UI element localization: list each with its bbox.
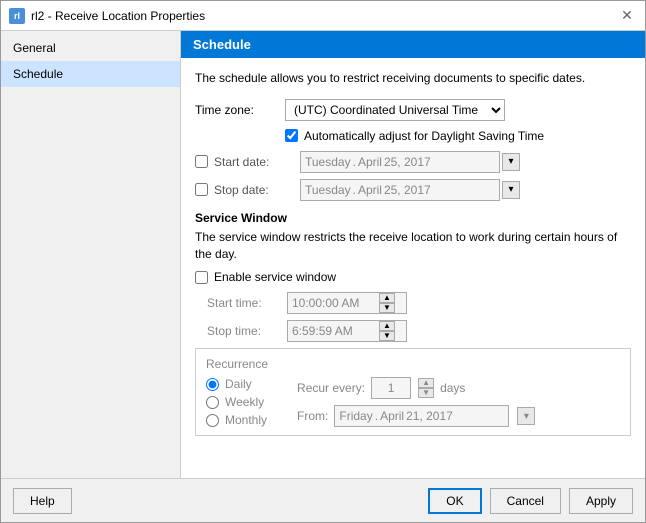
enable-service-window-row: Enable service window bbox=[195, 270, 631, 284]
start-time-spin-down[interactable]: ▼ bbox=[379, 303, 395, 313]
start-date-day: Tuesday bbox=[305, 155, 351, 169]
panel-header: Schedule bbox=[181, 31, 645, 58]
start-date-label-area: Start date: bbox=[195, 155, 300, 169]
from-row: From: Friday . April 21, 2017 ▾ bbox=[297, 405, 535, 427]
recurrence-monthly-row: Monthly bbox=[206, 413, 267, 427]
panel-body: The schedule allows you to restrict rece… bbox=[181, 58, 645, 478]
recur-every-row: Recur every: ▲ ▼ days bbox=[297, 377, 535, 399]
recur-every-spin-down[interactable]: ▼ bbox=[418, 388, 434, 398]
stop-time-input[interactable] bbox=[288, 324, 378, 338]
recurrence-monthly-label: Monthly bbox=[225, 413, 267, 427]
stop-time-field: ▲ ▼ bbox=[287, 320, 407, 342]
bottom-right-buttons: OK Cancel Apply bbox=[428, 488, 633, 514]
stop-date-value: 25, 2017 bbox=[384, 183, 431, 197]
recurrence-weekly-label: Weekly bbox=[225, 395, 264, 409]
timezone-row: Time zone: (UTC) Coordinated Universal T… bbox=[195, 99, 631, 121]
stop-date-month: April bbox=[358, 183, 382, 197]
from-date-day: Friday bbox=[339, 409, 372, 423]
recurrence-layout: Daily Weekly Monthly bbox=[206, 377, 620, 427]
timezone-dropdown[interactable]: (UTC) Coordinated Universal Time bbox=[285, 99, 505, 121]
service-window-title: Service Window bbox=[195, 211, 631, 225]
start-time-field: ▲ ▼ bbox=[287, 292, 407, 314]
dst-row: Automatically adjust for Daylight Saving… bbox=[285, 129, 631, 143]
window-title: rl2 - Receive Location Properties bbox=[31, 9, 205, 23]
recurrence-options: Daily Weekly Monthly bbox=[206, 377, 267, 427]
from-date-month: April bbox=[380, 409, 404, 423]
recurrence-group: Recurrence Daily Weekly bbox=[195, 348, 631, 436]
apply-button[interactable]: Apply bbox=[569, 488, 633, 514]
cancel-button[interactable]: Cancel bbox=[490, 488, 561, 514]
stop-date-label-area: Stop date: bbox=[195, 183, 300, 197]
recurrence-weekly-row: Weekly bbox=[206, 395, 267, 409]
ok-button[interactable]: OK bbox=[428, 488, 481, 514]
stop-date-row: Stop date: Tuesday . April 25, 2017 ▾ bbox=[195, 179, 631, 201]
start-time-label: Start time: bbox=[207, 296, 287, 310]
recur-every-unit: days bbox=[440, 381, 465, 395]
start-date-field: Tuesday . April 25, 2017 bbox=[300, 151, 500, 173]
recur-every-spinner: ▲ ▼ bbox=[418, 378, 434, 398]
start-date-month: April bbox=[358, 155, 382, 169]
stop-time-spin-up[interactable]: ▲ bbox=[379, 321, 395, 331]
stop-date-calendar-button[interactable]: ▾ bbox=[502, 181, 520, 199]
sidebar-item-general[interactable]: General bbox=[1, 35, 180, 61]
stop-date-checkbox[interactable] bbox=[195, 183, 208, 196]
stop-time-row: Stop time: ▲ ▼ bbox=[207, 320, 631, 342]
stop-time-spin-down[interactable]: ▼ bbox=[379, 331, 395, 341]
start-date-row: Start date: Tuesday . April 25, 2017 ▾ bbox=[195, 151, 631, 173]
recurrence-right-panel: Recur every: ▲ ▼ days From: bbox=[297, 377, 535, 427]
stop-time-spinner: ▲ ▼ bbox=[379, 321, 395, 341]
recurrence-monthly-radio[interactable] bbox=[206, 414, 219, 427]
stop-date-field: Tuesday . April 25, 2017 bbox=[300, 179, 500, 201]
dst-label: Automatically adjust for Daylight Saving… bbox=[304, 129, 544, 143]
bottom-bar: Help OK Cancel Apply bbox=[1, 478, 645, 522]
main-window: rl rl2 - Receive Location Properties ✕ G… bbox=[0, 0, 646, 523]
start-time-row: Start time: ▲ ▼ bbox=[207, 292, 631, 314]
start-date-calendar-button[interactable]: ▾ bbox=[502, 153, 520, 171]
service-window-description: The service window restricts the receive… bbox=[195, 229, 631, 263]
sidebar: General Schedule bbox=[1, 31, 181, 478]
from-date-calendar-button[interactable]: ▾ bbox=[517, 407, 535, 425]
recur-every-label: Recur every: bbox=[297, 381, 365, 395]
stop-date-label: Stop date: bbox=[214, 183, 289, 197]
close-button[interactable]: ✕ bbox=[617, 6, 637, 26]
stop-date-day: Tuesday bbox=[305, 183, 351, 197]
recur-every-spin-up[interactable]: ▲ bbox=[418, 378, 434, 388]
start-date-value: 25, 2017 bbox=[384, 155, 431, 169]
start-time-spin-up[interactable]: ▲ bbox=[379, 293, 395, 303]
recurrence-title: Recurrence bbox=[206, 357, 620, 371]
start-time-spinner: ▲ ▼ bbox=[379, 293, 395, 313]
title-bar-left: rl rl2 - Receive Location Properties bbox=[9, 8, 205, 24]
start-date-label: Start date: bbox=[214, 155, 289, 169]
stop-time-label: Stop time: bbox=[207, 324, 287, 338]
main-content: General Schedule Schedule The schedule a… bbox=[1, 31, 645, 478]
sidebar-item-schedule[interactable]: Schedule bbox=[1, 61, 180, 87]
help-button[interactable]: Help bbox=[13, 488, 72, 514]
main-panel: Schedule The schedule allows you to rest… bbox=[181, 31, 645, 478]
start-date-checkbox[interactable] bbox=[195, 155, 208, 168]
panel-description: The schedule allows you to restrict rece… bbox=[195, 70, 631, 87]
title-bar: rl rl2 - Receive Location Properties ✕ bbox=[1, 1, 645, 31]
recurrence-weekly-radio[interactable] bbox=[206, 396, 219, 409]
from-date-field: Friday . April 21, 2017 bbox=[334, 405, 509, 427]
app-icon: rl bbox=[9, 8, 25, 24]
recurrence-daily-row: Daily bbox=[206, 377, 267, 391]
recurrence-daily-label: Daily bbox=[225, 377, 252, 391]
start-time-input[interactable] bbox=[288, 296, 378, 310]
timezone-label: Time zone: bbox=[195, 103, 285, 117]
recurrence-daily-radio[interactable] bbox=[206, 378, 219, 391]
recur-every-input[interactable] bbox=[371, 377, 411, 399]
enable-service-window-checkbox[interactable] bbox=[195, 271, 208, 284]
enable-service-window-label: Enable service window bbox=[214, 270, 336, 284]
from-date-value: 21, 2017 bbox=[406, 409, 453, 423]
from-label: From: bbox=[297, 409, 328, 423]
dst-checkbox[interactable] bbox=[285, 129, 298, 142]
